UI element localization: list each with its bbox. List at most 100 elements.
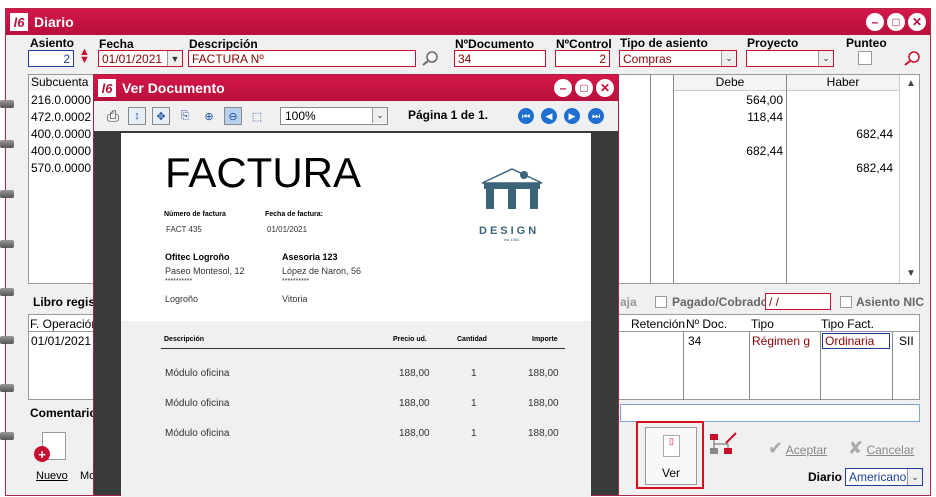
first-page-icon[interactable]: ⏮ [518,108,534,124]
debe-cell[interactable]: 682,44 [690,144,783,158]
nuevo-label: Nuevo [36,470,68,482]
ver-documento-dialog: l6 Ver Documento – □ ✕ ⎙ ↕ ✥ ⎘ ⊕ ⊖ ⬚ 100… [93,74,619,497]
descripcion-input[interactable]: FACTURA Nº [188,50,416,67]
binder-ring [0,288,14,296]
minimize-button[interactable]: – [866,13,884,31]
line-cantidad: 1 [471,428,477,439]
ncontrol-label: NºControl [556,37,612,51]
scroll-down-icon[interactable]: ▼ [906,268,916,279]
design-logo-icon [481,168,543,209]
line-precio: 188,00 [399,398,430,409]
viewer-toolbar: ⎙ ↕ ✥ ⎘ ⊕ ⊖ ⬚ 100% ⌄ Página 1 de 1. ⏮ ◀ ▶… [94,101,618,131]
aceptar-button[interactable]: ✔ Aceptar [768,438,827,459]
col-tipo: Tipo [751,317,774,331]
to-name: Asesoria 123 [282,252,338,262]
pagado-date-input[interactable]: / / [765,293,831,310]
print-icon[interactable]: ⎙ [104,107,122,125]
table-row[interactable]: 216.0.0000 [31,93,92,107]
from-city: Logroño [165,294,199,304]
page-info: Página 1 de 1. [408,108,489,122]
pagado-checkbox[interactable] [655,296,667,308]
tipo-select[interactable]: Régimen g [752,334,819,349]
binder-ring [0,384,14,392]
table-row[interactable]: 400.0.0000 [31,144,91,158]
to-address: López de Naron, 56 [282,266,362,276]
debe-cell[interactable]: 118,44 [690,110,783,124]
col-debe: Debe [674,75,786,91]
binder-ring [0,240,14,248]
line-precio: 188,00 [399,368,430,379]
proyecto-label: Proyecto [747,36,799,50]
col-cantidad: Cantidad [457,336,487,343]
zoom-out-icon[interactable]: ⊖ [224,107,242,125]
close-button[interactable]: ✕ [908,13,926,31]
fecha-input[interactable]: 01/01/2021 ▼ [98,50,183,67]
line-cantidad: 1 [471,368,477,379]
maximize-button[interactable]: □ [575,79,593,97]
cancelar-button[interactable]: ✘ Cancelar [848,438,914,459]
ndoc-cell[interactable]: 34 [688,334,701,348]
invoice-number-label: Número de factura [164,211,226,218]
col-descripcion: Descripción [164,336,205,343]
fit-height-icon[interactable]: ↕ [128,107,146,125]
close-button[interactable]: ✕ [596,79,614,97]
haber-cell[interactable]: 682,44 [800,127,893,141]
from-name: Ofitec Logroño [165,252,230,262]
nuevo-button[interactable]: + [34,432,68,466]
table-row[interactable]: 472.0.0002 [31,110,91,124]
chevron-down-icon[interactable]: ▼ [167,51,182,66]
maximize-button[interactable]: □ [887,13,905,31]
col-haber: Haber [787,75,899,91]
asiento-input[interactable]: 2 [28,50,74,67]
export-icon[interactable]: ⎘ [176,107,194,125]
last-page-icon[interactable]: ⏭ [588,108,604,124]
chevron-down-icon[interactable]: ⌄ [818,51,833,66]
design-logo-sub: est 1980 [504,237,520,242]
table-row[interactable]: 01/01/2021 [31,334,91,348]
invoice-number: FACT 435 [166,225,202,234]
tipo-asiento-select[interactable]: Compras ⌄ [619,50,737,67]
proyecto-select[interactable]: ⌄ [746,50,834,67]
search-icon[interactable] [904,50,920,66]
prev-page-icon[interactable]: ◀ [541,108,557,124]
zoom-area-icon[interactable]: ⬚ [248,107,266,125]
scroll-up-icon[interactable]: ▲ [906,78,916,89]
table-row[interactable]: 570.0.0000 [31,161,91,175]
diario-select[interactable]: Americano ⌄ [845,468,923,486]
ver-button[interactable]: ▯ Ver [645,427,697,485]
line-cantidad: 1 [471,398,477,409]
hierarchy-edit-icon[interactable] [708,431,738,457]
chevron-down-icon[interactable]: ⌄ [721,51,736,66]
binder-ring [0,140,14,148]
comentarios-input[interactable] [620,404,920,422]
chevron-down-icon[interactable]: ⌄ [907,469,922,485]
asiento-stepper[interactable]: ▲ ▼ [79,47,90,66]
binder-ring [0,336,14,344]
invoice-date: 01/01/2021 [267,225,308,234]
search-icon[interactable] [422,50,438,66]
ndoc-input[interactable]: 34 [454,50,546,67]
chevron-down-icon[interactable]: ⌄ [372,108,387,123]
next-page-icon[interactable]: ▶ [564,108,580,124]
dialog-titlebar: l6 Ver Documento – □ ✕ [94,75,618,101]
ndoc-label: NºDocumento [455,37,535,51]
zoom-in-icon[interactable]: ⊕ [200,107,218,125]
binder-ring [0,432,14,440]
plus-icon: + [34,446,50,462]
ncontrol-input[interactable]: 2 [555,50,610,67]
asiento-nic-checkbox[interactable] [840,296,852,308]
fit-page-icon[interactable]: ✥ [152,107,170,125]
window-title: Diario [34,14,74,30]
tipo-fact-select[interactable]: Ordinaria [822,333,890,349]
binder-ring [0,190,14,198]
zoom-select[interactable]: 100% ⌄ [280,107,388,125]
haber-cell[interactable]: 682,44 [800,161,893,175]
invoice-heading: FACTURA [165,149,362,196]
checkmark-icon: ✔ [768,438,784,458]
caja-label: aja [620,295,637,309]
table-row[interactable]: 400.0.0000 [31,127,91,141]
punteo-checkbox[interactable] [858,51,872,65]
col-foperacion: F. Operación [30,317,99,331]
debe-cell[interactable]: 564,00 [690,93,783,107]
minimize-button[interactable]: – [554,79,572,97]
